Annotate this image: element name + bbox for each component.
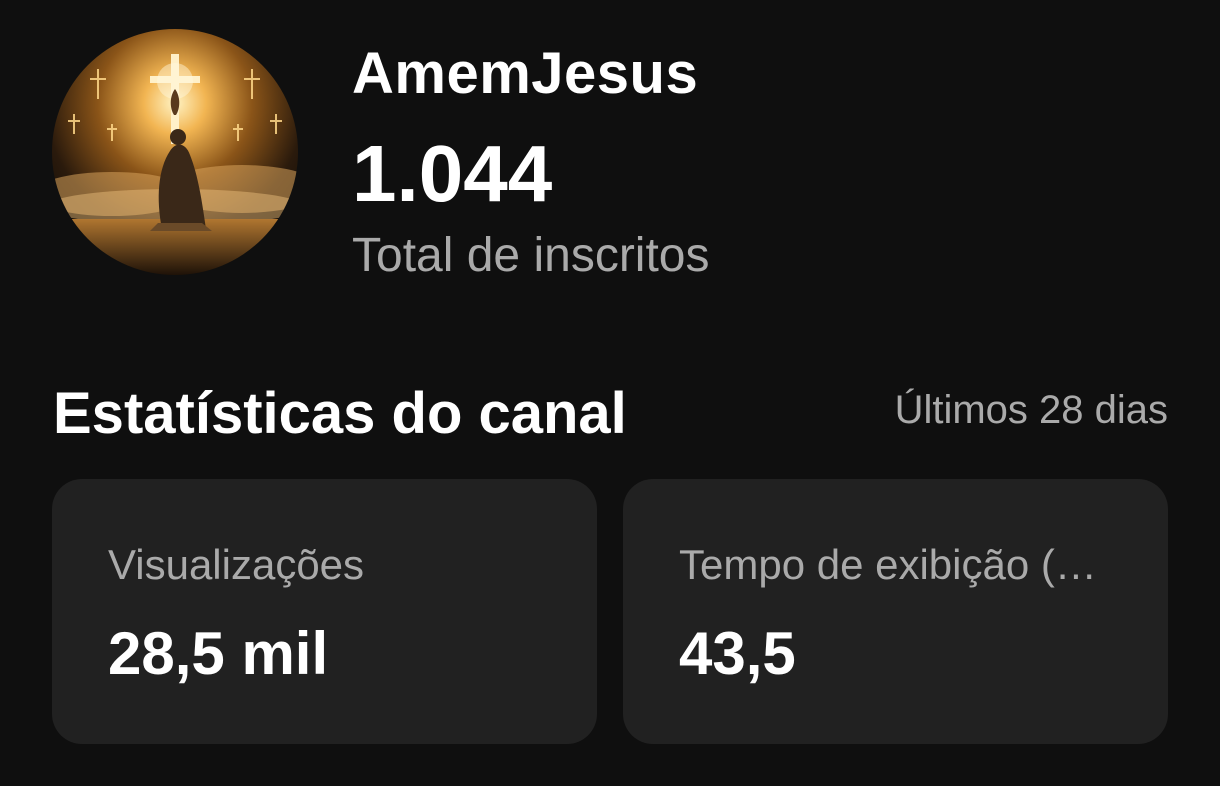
subscriber-label: Total de inscritos xyxy=(352,229,710,282)
views-label: Visualizações xyxy=(108,541,365,588)
channel-avatar[interactable] xyxy=(52,29,298,275)
watch-time-value: 43,5 xyxy=(679,620,796,687)
views-value: 28,5 mil xyxy=(108,620,329,687)
channel-stats-title: Estatísticas do canal xyxy=(53,381,627,446)
channel-name[interactable]: AmemJesus xyxy=(352,40,698,107)
watch-time-label: Tempo de exibição (… xyxy=(679,541,1097,588)
stats-period: Últimos 28 dias xyxy=(894,388,1168,432)
subscriber-count: 1.044 xyxy=(352,129,553,218)
avatar-image xyxy=(52,29,298,275)
views-card[interactable]: Visualizações 28,5 mil xyxy=(52,479,597,744)
watch-time-card[interactable]: Tempo de exibição (… 43,5 xyxy=(623,479,1168,744)
